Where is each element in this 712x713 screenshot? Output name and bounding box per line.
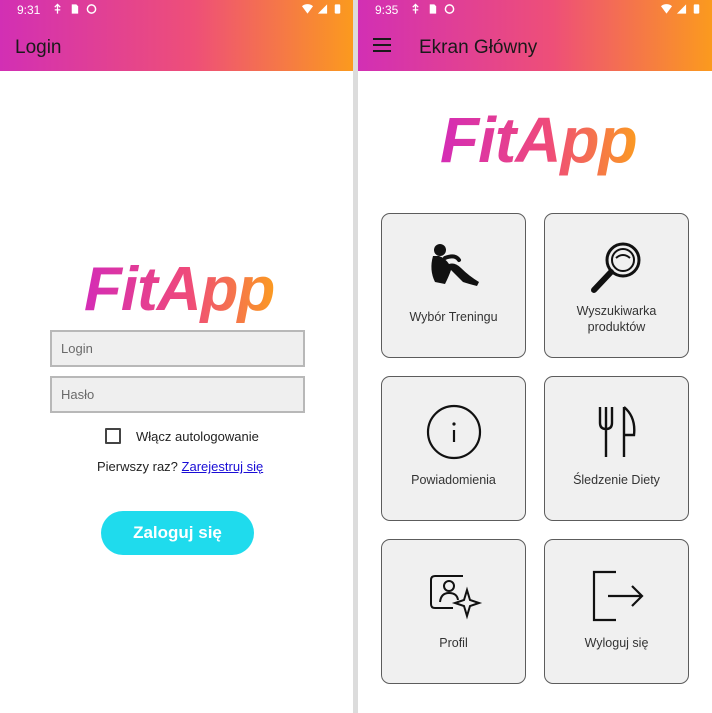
usb-icon: [54, 3, 61, 14]
password-input[interactable]: [50, 376, 305, 413]
info-icon: [426, 404, 482, 460]
page-title: Login: [15, 37, 62, 58]
battery-icon: [334, 4, 341, 14]
tile-label: Powiadomienia: [411, 473, 496, 487]
autologin-checkbox[interactable]: [105, 428, 121, 444]
magnifier-icon: [591, 242, 641, 293]
battery-icon: [693, 4, 700, 14]
tile-logout[interactable]: Wyloguj się: [544, 539, 689, 684]
tile-label: Profil: [439, 636, 468, 650]
home-app-bar: 9:35 Ekran Główny: [358, 0, 712, 71]
page-title: Ekran Główny: [419, 37, 538, 58]
login-input[interactable]: [50, 330, 305, 367]
fitapp-logo: FitApp: [440, 104, 638, 176]
tile-diet-tracking[interactable]: Śledzenie Diety: [544, 376, 689, 521]
tile-workout-selection[interactable]: Wybór Treningu: [381, 213, 526, 358]
tile-label: Śledzenie Diety: [573, 473, 660, 487]
status-bar: 9:35: [358, 0, 712, 22]
status-bar: 9:31: [0, 0, 353, 22]
tile-label: Wyszukiwarka produktów: [576, 304, 657, 334]
status-time: 9:35: [375, 3, 399, 17]
register-link[interactable]: Zarejestruj się: [182, 459, 264, 474]
signal-icon: [676, 4, 687, 14]
login-app-bar: 9:31 Login: [0, 0, 353, 71]
login-button[interactable]: Zaloguj się: [101, 511, 254, 555]
app-notification-icon: [444, 4, 455, 14]
tile-notifications[interactable]: Powiadomienia: [381, 376, 526, 521]
autologin-label: Włącz autologowanie: [136, 428, 259, 444]
workout-situp-icon: [431, 244, 479, 286]
register-prompt: Pierwszy raz? Zarejestruj się: [97, 459, 263, 474]
wifi-icon: [302, 4, 313, 14]
login-screen: 9:31 Login FitApp Włącz autologowanie Pi…: [0, 0, 353, 713]
fork-knife-icon: [598, 406, 636, 457]
app-notification-icon: [86, 4, 97, 14]
profile-card-icon: [430, 575, 483, 620]
hamburger-icon: [373, 38, 391, 40]
tile-label: Wyloguj się: [584, 636, 649, 650]
fitapp-logo: FitApp: [84, 255, 275, 324]
tile-product-search[interactable]: Wyszukiwarka produktów: [544, 213, 689, 358]
tile-profile[interactable]: Profil: [381, 539, 526, 684]
status-time: 9:31: [17, 3, 41, 17]
logout-icon: [592, 570, 644, 622]
wifi-icon: [661, 4, 672, 14]
home-screen: 9:35 Ekran Główny FitApp Wybór Treningu: [358, 0, 712, 713]
first-time-text: Pierwszy raz?: [97, 459, 178, 474]
tile-label: Wybór Treningu: [409, 310, 498, 324]
sd-card-icon: [429, 4, 437, 14]
menu-button[interactable]: [373, 38, 391, 52]
signal-icon: [317, 4, 328, 14]
sd-card-icon: [71, 4, 79, 14]
usb-icon: [412, 3, 419, 14]
autologin-row: Włącz autologowanie: [105, 428, 259, 444]
